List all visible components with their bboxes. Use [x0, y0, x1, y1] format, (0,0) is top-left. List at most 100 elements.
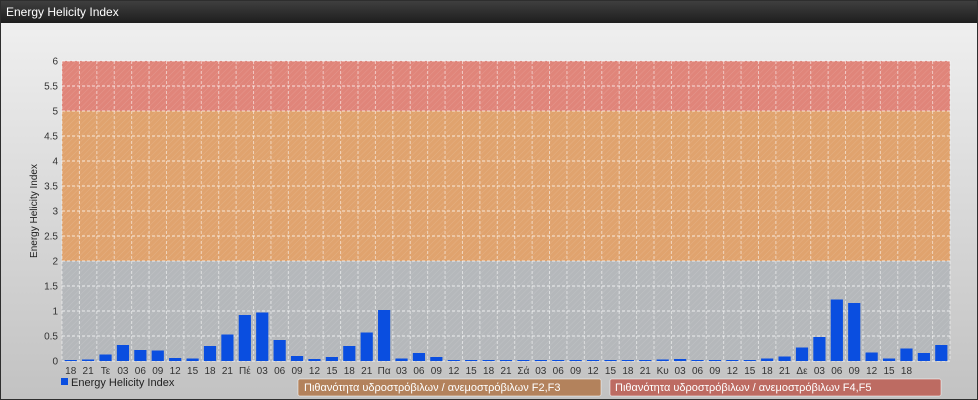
- legend-band-f2-f3-label: Πιθανότητα υδροστρόβιλων / ανεμοστρόβιλω…: [304, 382, 561, 394]
- bar: [917, 353, 930, 361]
- x-tick-label: 15: [187, 366, 199, 377]
- x-tick-label: Τε: [101, 366, 111, 377]
- x-tick-label: 06: [553, 366, 565, 377]
- x-tick-label: 03: [535, 366, 547, 377]
- risk-band-hatch-1: [62, 111, 950, 261]
- y-tick-label: 3: [52, 207, 58, 218]
- x-tick-label: 09: [849, 366, 861, 377]
- x-tick-label: 12: [170, 366, 182, 377]
- x-tick-label: 09: [431, 366, 443, 377]
- x-tick-label: 21: [83, 366, 95, 377]
- bar: [517, 360, 530, 361]
- x-tick-label: 18: [483, 366, 495, 377]
- x-tick-label: 12: [727, 366, 739, 377]
- y-tick-label: 0: [52, 357, 58, 368]
- x-tick-label: 03: [117, 366, 129, 377]
- bar: [186, 358, 199, 361]
- bar: [412, 353, 426, 361]
- y-tick-label: 2: [52, 257, 58, 268]
- y-tick-label: 4: [52, 157, 58, 168]
- bar: [935, 345, 948, 361]
- bar: [552, 360, 565, 361]
- bar: [534, 360, 547, 361]
- y-axis-label: Energy Helicity Index: [29, 164, 40, 258]
- bar: [708, 360, 722, 361]
- y-tick-label: 1.5: [44, 282, 58, 293]
- energy-helicity-chart: 0 0.5 1 1.5 2 2.5 3 3.5 4 4.5 5 5.5 6 18 21 Τε 03 06 09 12…: [29, 57, 951, 397]
- x-tick-label: 21: [640, 366, 652, 377]
- y-tick-label: 3.5: [44, 182, 58, 193]
- chart-window: Energy Helicity Index 0 0.5 1 1.5 2 2.5 3 3.5 4 4…: [0, 0, 978, 400]
- bar: [325, 357, 338, 361]
- x-tick-label: 21: [500, 366, 512, 377]
- x-tick-label: 12: [309, 366, 321, 377]
- y-tick-label: 5: [52, 107, 58, 118]
- y-tick-label: 2.5: [44, 232, 58, 243]
- x-tick-label: 15: [326, 366, 338, 377]
- bar: [778, 356, 791, 361]
- x-tick-label: 03: [814, 366, 826, 377]
- bar: [569, 360, 582, 361]
- bar: [238, 315, 251, 361]
- bar: [726, 360, 739, 361]
- bar: [499, 360, 513, 361]
- legend-band-f2-f3: Πιθανότητα υδροστρόβιλων / ανεμοστρόβιλω…: [297, 378, 602, 397]
- x-tick-label: 12: [448, 366, 460, 377]
- x-tick-label: 03: [396, 366, 408, 377]
- bar: [465, 360, 478, 361]
- bar: [830, 299, 843, 361]
- bar: [743, 360, 756, 361]
- bar: [621, 360, 634, 361]
- x-tick-label: 21: [361, 366, 373, 377]
- y-tick-label: 5.5: [44, 82, 58, 93]
- bar: [586, 360, 600, 361]
- bar: [308, 359, 321, 361]
- y-tick-label: 6: [52, 57, 58, 68]
- x-tick-label: Κυ: [657, 366, 669, 377]
- bar: [813, 337, 826, 361]
- bar: [151, 350, 164, 361]
- x-tick-label: 09: [709, 366, 721, 377]
- bar: [865, 352, 878, 361]
- bar: [169, 358, 182, 361]
- bar: [360, 332, 373, 361]
- x-tick-label: Πέ: [239, 365, 251, 377]
- x-tick-label: 15: [883, 366, 895, 377]
- bar: [116, 345, 130, 361]
- bar: [273, 340, 286, 361]
- legend-band-f4-f5: Πιθανότητα υδροστρόβιλων / ανεμοστρόβιλω…: [609, 378, 942, 397]
- bar: [761, 358, 774, 361]
- bar: [256, 312, 269, 361]
- x-tick-label: Δε: [796, 366, 808, 377]
- risk-band-hatch-2: [62, 61, 950, 111]
- x-tick-label: 15: [466, 366, 478, 377]
- bar: [482, 360, 495, 361]
- x-tick-label: 15: [605, 366, 617, 377]
- y-tick-label: 0.5: [44, 332, 58, 343]
- x-tick-label: 18: [901, 366, 913, 377]
- bar: [290, 356, 304, 361]
- bar: [221, 334, 234, 361]
- bar: [795, 347, 809, 361]
- x-tick-label: 06: [413, 366, 425, 377]
- bar: [395, 358, 408, 361]
- x-tick-label: Πα: [378, 366, 391, 377]
- x-tick-label: 15: [744, 366, 756, 377]
- x-tick-label: 18: [762, 366, 774, 377]
- title-bar: Energy Helicity Index: [1, 1, 977, 23]
- x-tick-label: 18: [65, 366, 77, 377]
- bar: [64, 360, 77, 361]
- x-tick-label: 18: [622, 366, 634, 377]
- x-tick-label: 12: [866, 366, 878, 377]
- bar: [656, 359, 669, 361]
- bar: [604, 360, 617, 361]
- bar: [882, 358, 896, 361]
- x-tick-label: 03: [257, 366, 269, 377]
- legend-label-energy-helicity: Energy Helicity Index: [71, 377, 175, 389]
- x-tick-label: 21: [779, 366, 791, 377]
- bar: [900, 348, 913, 361]
- window-title: Energy Helicity Index: [6, 5, 119, 19]
- x-tick-label: 18: [344, 366, 356, 377]
- x-tick-label: 09: [570, 366, 582, 377]
- bar: [447, 360, 460, 361]
